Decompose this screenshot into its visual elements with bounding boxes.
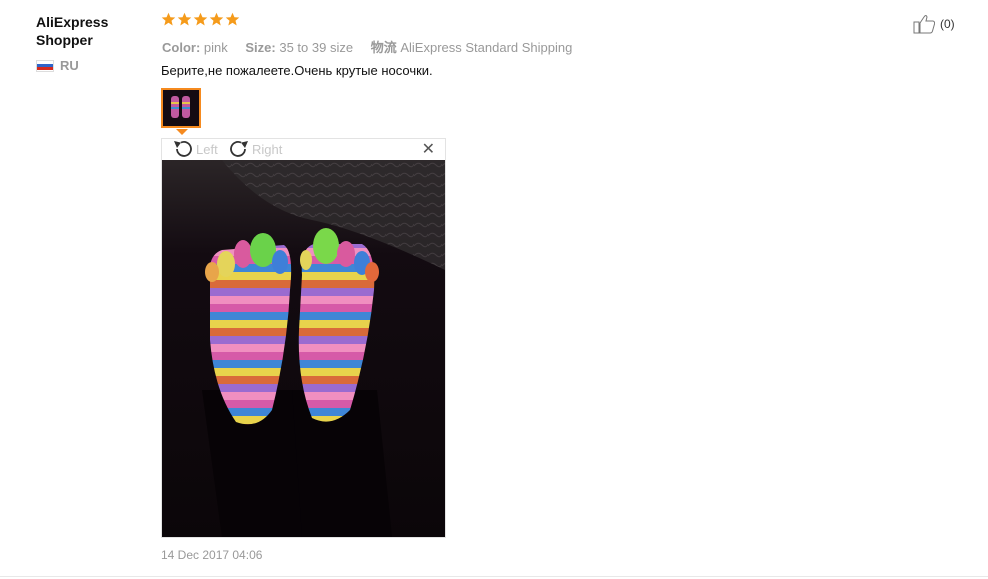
rotate-left-button[interactable]: Left xyxy=(172,139,218,159)
color-key: Color: xyxy=(162,40,201,55)
russia-flag-icon xyxy=(36,59,54,72)
socks-photo-image xyxy=(162,160,445,537)
country-code: RU xyxy=(60,58,79,73)
review-date: 14 Dec 2017 04:06 xyxy=(161,548,263,562)
thumbnail-image xyxy=(163,90,199,126)
rotate-right-icon xyxy=(230,141,248,157)
star-icon xyxy=(225,12,240,26)
helpful-button[interactable]: (0) xyxy=(913,14,955,34)
rotate-left-label: Left xyxy=(196,141,218,157)
size-value: 35 to 39 size xyxy=(279,40,354,55)
close-icon[interactable]: ✕ xyxy=(422,141,435,159)
divider xyxy=(0,576,988,577)
review-photo-thumbnail[interactable] xyxy=(161,88,201,128)
rotate-right-label: Right xyxy=(252,141,283,157)
photo-viewer-toolbar: Left Right ✕ xyxy=(162,139,445,160)
thumbnail-pointer xyxy=(176,129,188,135)
helpful-count: (0) xyxy=(940,17,955,31)
review-photo xyxy=(162,160,445,537)
star-rating xyxy=(161,12,240,27)
star-icon xyxy=(209,12,224,26)
shipping-key: 物流 xyxy=(370,40,397,55)
star-icon xyxy=(161,12,176,26)
reviewer-name: AliExpress Shopper xyxy=(36,14,109,48)
shipping-value: AliExpress Standard Shipping xyxy=(400,40,573,55)
review-attributes: Color: pink Size: 35 to 39 size 物流 AliEx… xyxy=(162,37,586,56)
thumbs-up-icon xyxy=(913,15,936,34)
color-value: pink xyxy=(203,40,228,55)
review-text: Берите,не пожалеете.Очень крутые носочки… xyxy=(161,63,433,78)
star-icon xyxy=(193,12,208,26)
star-icon xyxy=(177,12,192,26)
rotate-right-button[interactable]: Right xyxy=(228,139,282,159)
photo-viewer: Left Right ✕ xyxy=(161,138,446,538)
reviewer-country: RU xyxy=(36,58,79,73)
rotate-left-icon xyxy=(174,141,192,157)
size-key: Size: xyxy=(245,40,276,55)
